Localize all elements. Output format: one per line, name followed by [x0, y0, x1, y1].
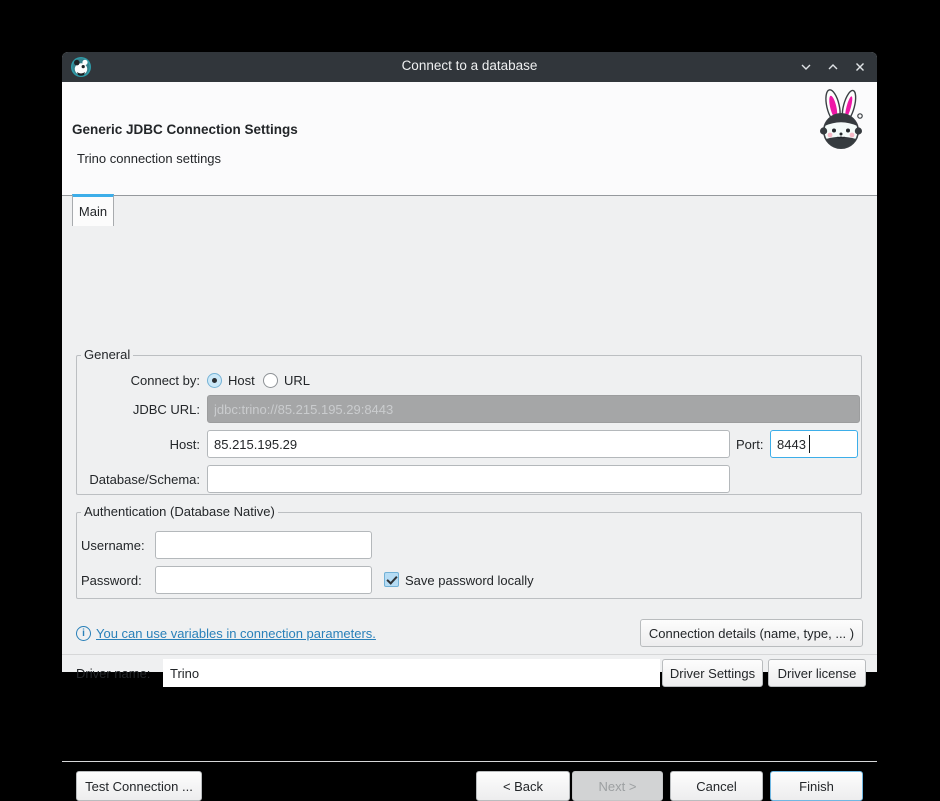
close-icon[interactable] — [853, 60, 867, 74]
page-subtitle: Trino connection settings — [77, 151, 221, 166]
connect-database-dialog: Connect to a database Generic JDBC Conne… — [62, 52, 877, 672]
database-schema-label: Database/Schema: — [76, 472, 200, 487]
connect-by-label: Connect by: — [76, 373, 200, 388]
host-label: Host: — [76, 437, 200, 452]
window-title: Connect to a database — [62, 58, 877, 73]
driver-name-field: Trino — [163, 659, 660, 687]
password-input[interactable] — [155, 566, 372, 594]
footer-divider — [62, 761, 877, 762]
port-label: Port: — [736, 437, 763, 452]
cancel-button[interactable]: Cancel — [670, 771, 763, 801]
next-button: Next > — [572, 771, 663, 801]
port-input[interactable] — [770, 430, 858, 458]
driver-divider — [62, 654, 877, 655]
authentication-group-legend: Authentication (Database Native) — [81, 504, 278, 519]
trino-bunny-logo — [815, 84, 867, 154]
driver-settings-button[interactable]: Driver Settings — [662, 659, 763, 687]
connect-by-host-radio[interactable] — [207, 373, 222, 388]
finish-button[interactable]: Finish — [770, 771, 863, 801]
info-icon: i — [76, 626, 91, 641]
page-title: Generic JDBC Connection Settings — [72, 122, 298, 137]
jdbc-url-field — [207, 395, 860, 423]
connect-by-url-radio[interactable] — [263, 373, 278, 388]
driver-name-label: Driver name: — [76, 666, 150, 681]
titlebar[interactable]: Connect to a database — [62, 52, 877, 82]
tab-main-label: Main — [79, 204, 107, 219]
text-caret — [809, 435, 810, 453]
host-input[interactable] — [207, 430, 730, 458]
jdbc-url-label: JDBC URL: — [76, 402, 200, 417]
tab-main[interactable]: Main — [72, 194, 114, 226]
database-schema-input[interactable] — [207, 465, 730, 493]
wizard-header: Generic JDBC Connection Settings Trino c… — [62, 82, 877, 196]
driver-name-value: Trino — [170, 666, 199, 681]
connection-details-button[interactable]: Connection details (name, type, ... ) — [640, 619, 863, 647]
main-tab-content: General Connect by: Host URL JDBC URL: H… — [62, 196, 877, 672]
username-input[interactable] — [155, 531, 372, 559]
minimize-icon[interactable] — [799, 60, 813, 74]
save-password-label[interactable]: Save password locally — [405, 573, 534, 588]
general-group-legend: General — [81, 347, 133, 362]
maximize-icon[interactable] — [826, 60, 840, 74]
connect-by-host-radio-label[interactable]: Host — [228, 373, 255, 388]
password-label: Password: — [81, 573, 142, 588]
variables-link[interactable]: You can use variables in connection para… — [96, 626, 376, 641]
driver-license-button[interactable]: Driver license — [768, 659, 866, 687]
save-password-checkbox[interactable] — [384, 572, 399, 587]
connect-by-url-radio-label[interactable]: URL — [284, 373, 310, 388]
username-label: Username: — [81, 538, 145, 553]
back-button[interactable]: < Back — [476, 771, 570, 801]
test-connection-button[interactable]: Test Connection ... — [76, 771, 202, 801]
